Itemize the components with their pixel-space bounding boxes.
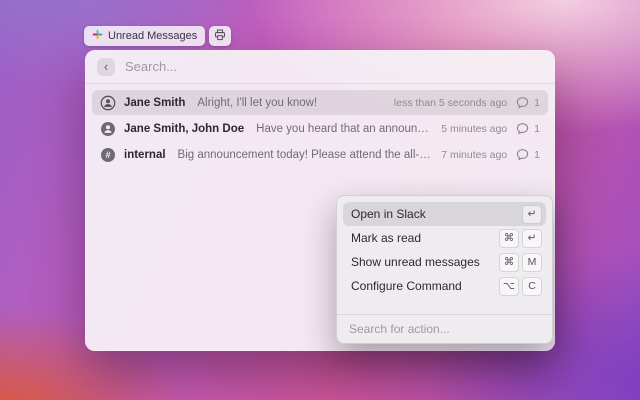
action-label: Configure Command xyxy=(351,279,462,293)
person-outline-icon xyxy=(100,95,116,111)
row-message: Alright, I'll let you know! xyxy=(197,97,386,109)
return-key-icon: ↵ xyxy=(522,205,542,224)
row-unread-count: 1 xyxy=(534,123,540,135)
row-unread-count: 1 xyxy=(534,149,540,161)
printer-icon xyxy=(214,29,226,44)
return-key-icon: ↵ xyxy=(522,229,542,248)
action-menu-items: Open in Slack ↵ Mark as read ⌘ ↵ Show un… xyxy=(337,196,552,304)
option-key-icon: ⌥ xyxy=(499,277,519,296)
row-meta: 5 minutes ago 1 xyxy=(441,122,540,135)
row-meta: 7 minutes ago 1 xyxy=(441,148,540,161)
action-menu-popover: Open in Slack ↵ Mark as read ⌘ ↵ Show un… xyxy=(336,195,553,344)
search-input[interactable] xyxy=(125,59,543,74)
action-open-in-slack[interactable]: Open in Slack ↵ xyxy=(343,202,546,226)
action-search-input[interactable] xyxy=(349,322,540,336)
slack-icon xyxy=(92,29,103,43)
shortcut-keys: ⌘ ↵ xyxy=(499,229,542,248)
channel-hash-icon: # xyxy=(100,147,116,163)
message-row-jane-smith-john-doe[interactable]: Jane Smith, John Doe Have you heard that… xyxy=(92,116,548,141)
action-label: Mark as read xyxy=(351,231,421,245)
action-mark-as-read[interactable]: Mark as read ⌘ ↵ xyxy=(343,226,546,250)
action-configure-command[interactable]: Configure Command ⌥ C xyxy=(343,274,546,298)
action-show-unread-messages[interactable]: Show unread messages ⌘ M xyxy=(343,250,546,274)
message-row-internal-channel[interactable]: # internal Big announcement today! Pleas… xyxy=(92,142,548,167)
action-label: Show unread messages xyxy=(351,255,480,269)
command-key-icon: ⌘ xyxy=(499,253,519,272)
m-key-icon: M xyxy=(522,253,542,272)
row-message: Have you heard that an announcement is c… xyxy=(256,123,433,135)
action-label: Open in Slack xyxy=(351,207,426,221)
row-timestamp: 5 minutes ago xyxy=(441,123,507,135)
c-key-icon: C xyxy=(522,277,542,296)
row-message: Big announcement today! Please attend th… xyxy=(178,149,434,161)
message-count-bubble-icon xyxy=(516,148,529,161)
back-button[interactable]: ‹ xyxy=(97,58,115,76)
row-timestamp: 7 minutes ago xyxy=(441,149,507,161)
command-title-label: Unread Messages xyxy=(108,30,197,42)
shortcut-keys: ↵ xyxy=(522,205,542,224)
action-menu-footer xyxy=(337,314,552,343)
shortcut-keys: ⌘ M xyxy=(499,253,542,272)
row-unread-count: 1 xyxy=(534,97,540,109)
person-filled-icon xyxy=(100,121,116,137)
unread-message-list: Jane Smith Alright, I'll let you know! l… xyxy=(85,84,555,167)
row-title: internal xyxy=(124,149,166,161)
message-count-bubble-icon xyxy=(516,122,529,135)
search-bar: ‹ xyxy=(85,50,555,83)
command-tag-area: Unread Messages xyxy=(84,26,231,46)
row-timestamp: less than 5 seconds ago xyxy=(394,97,507,109)
back-chevron-icon: ‹ xyxy=(104,58,108,75)
row-title: Jane Smith xyxy=(124,97,185,109)
row-meta: less than 5 seconds ago 1 xyxy=(394,96,540,109)
command-key-icon: ⌘ xyxy=(499,229,519,248)
svg-text:#: # xyxy=(105,150,110,160)
shortcut-keys: ⌥ C xyxy=(499,277,542,296)
command-title-pill: Unread Messages xyxy=(84,26,205,46)
print-button[interactable] xyxy=(209,26,231,46)
message-count-bubble-icon xyxy=(516,96,529,109)
row-title: Jane Smith, John Doe xyxy=(124,123,244,135)
message-row-jane-smith[interactable]: Jane Smith Alright, I'll let you know! l… xyxy=(92,90,548,115)
